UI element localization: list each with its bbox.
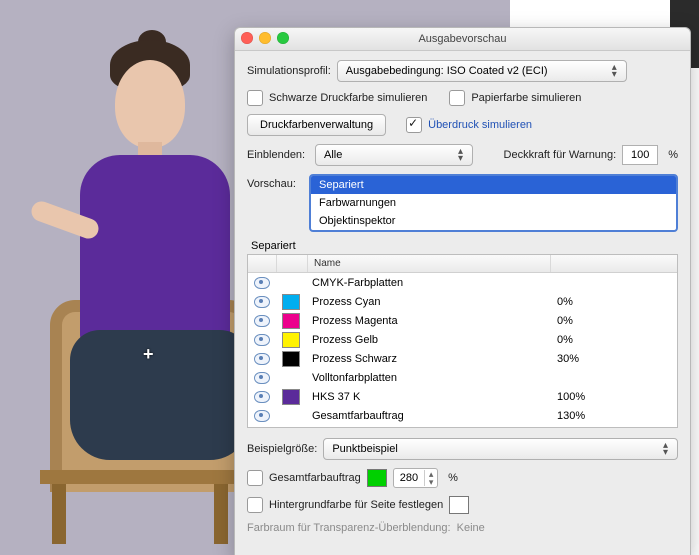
preview-option-color-warnings[interactable]: Farbwarnungen: [311, 194, 676, 212]
simulation-profile-value: Ausgabebedingung: ISO Coated v2 (ECI): [346, 65, 548, 77]
stepper-arrows-icon[interactable]: ▴▾: [424, 470, 437, 486]
separation-name: HKS 37 K: [306, 391, 551, 403]
percent-sign: %: [448, 472, 458, 484]
warning-opacity-field[interactable]: 100: [622, 145, 658, 165]
ink-swatch: [282, 294, 300, 310]
page-bg-checkbox[interactable]: [247, 497, 263, 513]
sample-size-value: Punktbeispiel: [332, 443, 397, 455]
separation-row[interactable]: HKS 37 K100%: [248, 387, 677, 406]
visibility-eye-icon[interactable]: [254, 410, 270, 422]
sample-size-label: Beispielgröße:: [247, 443, 317, 455]
ink-swatch: [282, 351, 300, 367]
separation-name: Prozess Gelb: [306, 334, 551, 346]
separation-name: Prozess Magenta: [306, 315, 551, 327]
ink-swatch: [282, 313, 300, 329]
separation-name: Gesamtfarbauftrag: [306, 410, 551, 422]
visibility-eye-icon[interactable]: [254, 391, 270, 403]
preview-label: Vorschau:: [247, 174, 309, 190]
separation-row[interactable]: Prozess Cyan0%: [248, 292, 677, 311]
separation-name: CMYK-Farbplatten: [306, 277, 551, 289]
zoom-icon[interactable]: [277, 32, 289, 44]
total-ink-label: Gesamtfarbauftrag: [269, 472, 361, 484]
ink-manager-button[interactable]: Druckfarbenverwaltung: [247, 114, 386, 136]
total-ink-checkbox[interactable]: [247, 470, 263, 486]
separation-row[interactable]: Gesamtfarbauftrag130%: [248, 406, 677, 425]
show-select[interactable]: Alle ▴▾: [315, 144, 473, 166]
simulate-overprint-label: Überdruck simulieren: [428, 119, 532, 131]
simulate-overprint-checkbox[interactable]: [406, 117, 422, 133]
separations-table: Name CMYK-FarbplattenProzess Cyan0%Proze…: [247, 254, 678, 428]
page-bg-swatch[interactable]: [449, 496, 469, 514]
simulate-paper-color-checkbox[interactable]: [449, 90, 465, 106]
show-value: Alle: [324, 149, 342, 161]
separation-value: 30%: [551, 353, 677, 365]
minimize-icon[interactable]: [259, 32, 271, 44]
titlebar[interactable]: Ausgabevorschau: [235, 28, 690, 51]
page-bg-label: Hintergrundfarbe für Seite festlegen: [269, 499, 443, 511]
chevron-updown-icon: ▴▾: [458, 148, 468, 162]
simulate-paper-color-label: Papierfarbe simulieren: [471, 92, 581, 104]
visibility-eye-icon[interactable]: [254, 315, 270, 327]
visibility-eye-icon[interactable]: [254, 353, 270, 365]
visibility-eye-icon[interactable]: [254, 296, 270, 308]
show-label: Einblenden:: [247, 149, 309, 161]
separation-row[interactable]: Volltonfarbplatten: [248, 368, 677, 387]
warning-opacity-label: Deckkraft für Warnung:: [504, 149, 617, 161]
separation-value: 0%: [551, 334, 677, 346]
visibility-eye-icon[interactable]: [254, 334, 270, 346]
ink-swatch: [282, 389, 300, 405]
chevron-updown-icon: ▴▾: [612, 64, 622, 78]
percent-sign: %: [668, 149, 678, 161]
simulation-profile-label: Simulationsprofil:: [247, 65, 331, 77]
total-ink-stepper[interactable]: 280 ▴▾: [393, 468, 438, 488]
separation-name: Volltonfarbplatten: [306, 372, 551, 384]
output-preview-dialog: Ausgabevorschau Simulationsprofil: Ausga…: [234, 27, 691, 555]
separation-name: Prozess Schwarz: [306, 353, 551, 365]
total-ink-value: 280: [394, 472, 424, 484]
visibility-eye-icon[interactable]: [254, 372, 270, 384]
separation-value: 0%: [551, 315, 677, 327]
visibility-eye-icon[interactable]: [254, 277, 270, 289]
preview-listbox[interactable]: Separiert Farbwarnungen Objektinspektor: [309, 174, 678, 232]
total-ink-swatch[interactable]: [367, 469, 387, 487]
screenshot-root: + Ausgabevorschau Simulationsprofil: Aus…: [0, 0, 699, 555]
close-icon[interactable]: [241, 32, 253, 44]
simulation-profile-select[interactable]: Ausgabebedingung: ISO Coated v2 (ECI) ▴▾: [337, 60, 627, 82]
transparency-blend-label: Farbraum für Transparenz-Überblendung:: [247, 522, 451, 534]
separation-row[interactable]: Prozess Gelb0%: [248, 330, 677, 349]
separation-name: Prozess Cyan: [306, 296, 551, 308]
chevron-updown-icon: ▴▾: [663, 442, 673, 456]
simulate-black-ink-label: Schwarze Druckfarbe simulieren: [269, 92, 427, 104]
separation-row[interactable]: CMYK-Farbplatten: [248, 273, 677, 292]
window-controls: [241, 32, 289, 44]
crosshair-cursor: +: [143, 344, 154, 365]
separation-value: 0%: [551, 296, 677, 308]
person-graphic: [60, 30, 240, 500]
simulate-black-ink-checkbox[interactable]: [247, 90, 263, 106]
ink-swatch: [282, 332, 300, 348]
window-title: Ausgabevorschau: [418, 33, 506, 45]
preview-option-separations[interactable]: Separiert: [311, 176, 676, 194]
transparency-blend-value: Keine: [457, 522, 485, 534]
separation-value: 130%: [551, 410, 677, 422]
dialog-body: Simulationsprofil: Ausgabebedingung: ISO…: [235, 51, 690, 534]
separation-row[interactable]: Prozess Schwarz30%: [248, 349, 677, 368]
separation-value: 100%: [551, 391, 677, 403]
separations-header: Name: [248, 255, 677, 273]
preview-option-object-inspector[interactable]: Objektinspektor: [311, 212, 676, 230]
separations-title: Separiert: [251, 240, 678, 252]
sample-size-select[interactable]: Punktbeispiel ▴▾: [323, 438, 678, 460]
column-name[interactable]: Name: [308, 255, 551, 272]
separation-row[interactable]: Prozess Magenta0%: [248, 311, 677, 330]
ink-manager-label: Druckfarbenverwaltung: [260, 119, 373, 131]
